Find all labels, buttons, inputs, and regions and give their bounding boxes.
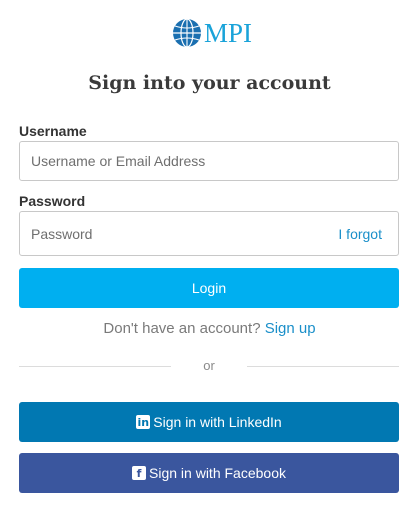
linkedin-signin-button[interactable]: in Sign in with LinkedIn [19, 402, 399, 442]
linkedin-icon: in [136, 415, 151, 429]
logo-text: MPI [204, 17, 253, 48]
signup-link[interactable]: Sign up [265, 320, 316, 337]
username-input[interactable] [20, 142, 311, 180]
signup-prompt: Don't have an account? Sign up [0, 320, 419, 337]
page-title: Sign into your account [88, 72, 331, 94]
signup-prompt-text: Don't have an account? [103, 320, 261, 337]
or-divider: or [19, 357, 399, 377]
password-field-container[interactable]: I forgot [19, 211, 399, 256]
facebook-signin-label: Sign in with Facebook [149, 465, 286, 481]
login-button[interactable]: Login [19, 268, 399, 308]
username-label: Username [19, 123, 87, 139]
facebook-icon: f [132, 466, 147, 480]
globe-icon [173, 18, 201, 48]
forgot-password-link[interactable]: I forgot [338, 212, 382, 255]
mpi-logo: MPI [172, 17, 252, 49]
password-input[interactable] [20, 212, 311, 255]
divider-line-right [247, 366, 399, 367]
password-label: Password [19, 193, 86, 209]
linkedin-signin-label: Sign in with LinkedIn [153, 414, 282, 430]
username-field-container[interactable] [19, 141, 399, 181]
facebook-signin-button[interactable]: f Sign in with Facebook [19, 453, 399, 493]
